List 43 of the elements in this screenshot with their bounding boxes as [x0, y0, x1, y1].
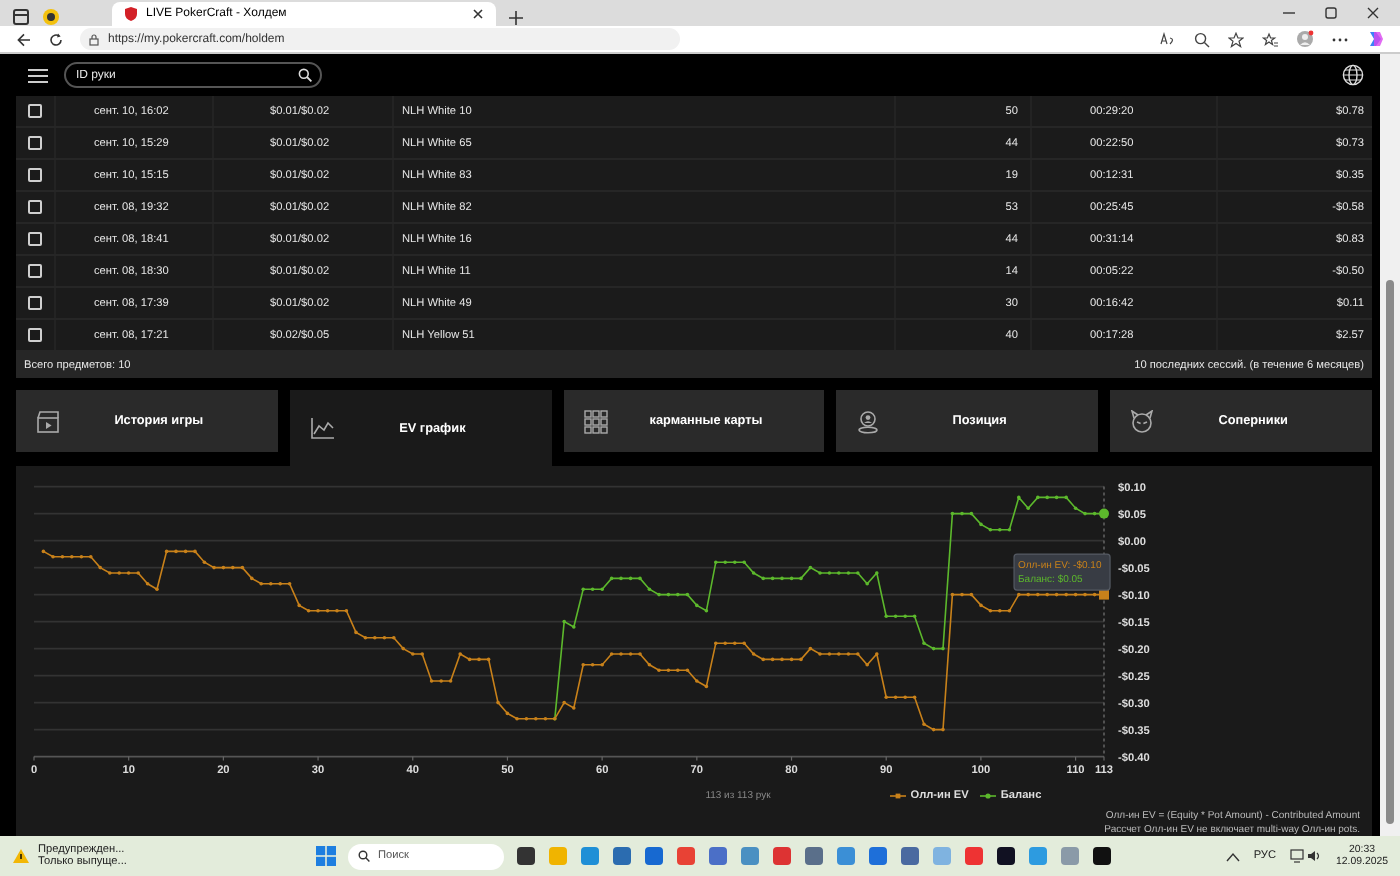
horned-face-icon	[1130, 409, 1155, 433]
clapperboard-icon	[36, 409, 60, 433]
warning-icon	[12, 848, 30, 864]
row-checkbox[interactable]	[28, 168, 42, 182]
legend-marker-icon	[980, 792, 997, 800]
row-checkbox[interactable]	[28, 104, 42, 118]
network-volume-icon[interactable]	[1290, 848, 1323, 864]
lock-icon	[88, 33, 100, 45]
copilot-icon[interactable]	[1366, 30, 1384, 48]
line-chart-icon	[309, 416, 334, 440]
read-aloud-icon[interactable]	[1160, 32, 1176, 46]
window-icon[interactable]	[12, 8, 30, 26]
minimize-icon[interactable]	[1282, 6, 1296, 20]
close-icon[interactable]	[472, 8, 484, 20]
maximize-icon[interactable]	[1324, 6, 1338, 20]
back-icon[interactable]	[16, 31, 32, 47]
star-icon[interactable]	[1228, 31, 1244, 47]
scrollbar[interactable]	[1380, 54, 1400, 836]
chevron-up-icon[interactable]	[1225, 851, 1240, 861]
row-checkbox[interactable]	[28, 296, 42, 310]
legend-marker-icon	[890, 792, 907, 800]
row-checkbox[interactable]	[28, 136, 42, 150]
zoom-icon[interactable]	[1194, 31, 1210, 47]
row-checkbox[interactable]	[28, 232, 42, 246]
row-checkbox[interactable]	[28, 328, 42, 342]
row-checkbox[interactable]	[28, 264, 42, 278]
person-pin-icon	[856, 409, 881, 433]
start-icon[interactable]	[316, 846, 336, 866]
reload-icon[interactable]	[48, 31, 64, 47]
more-icon[interactable]	[1332, 35, 1348, 43]
grid-icon	[583, 409, 608, 433]
close-icon[interactable]	[1366, 6, 1380, 20]
row-checkbox[interactable]	[28, 200, 42, 214]
search-icon[interactable]	[298, 68, 312, 82]
globe-icon[interactable]	[1342, 64, 1364, 86]
profile-icon[interactable]	[42, 8, 60, 26]
menu-icon[interactable]	[28, 67, 48, 83]
shield-icon	[124, 6, 138, 22]
favorites-icon[interactable]	[1262, 31, 1278, 47]
search-icon	[358, 850, 370, 862]
tooltip	[1013, 553, 1111, 591]
avatar-icon[interactable]	[1296, 30, 1314, 48]
new-tab-icon[interactable]	[508, 10, 524, 26]
